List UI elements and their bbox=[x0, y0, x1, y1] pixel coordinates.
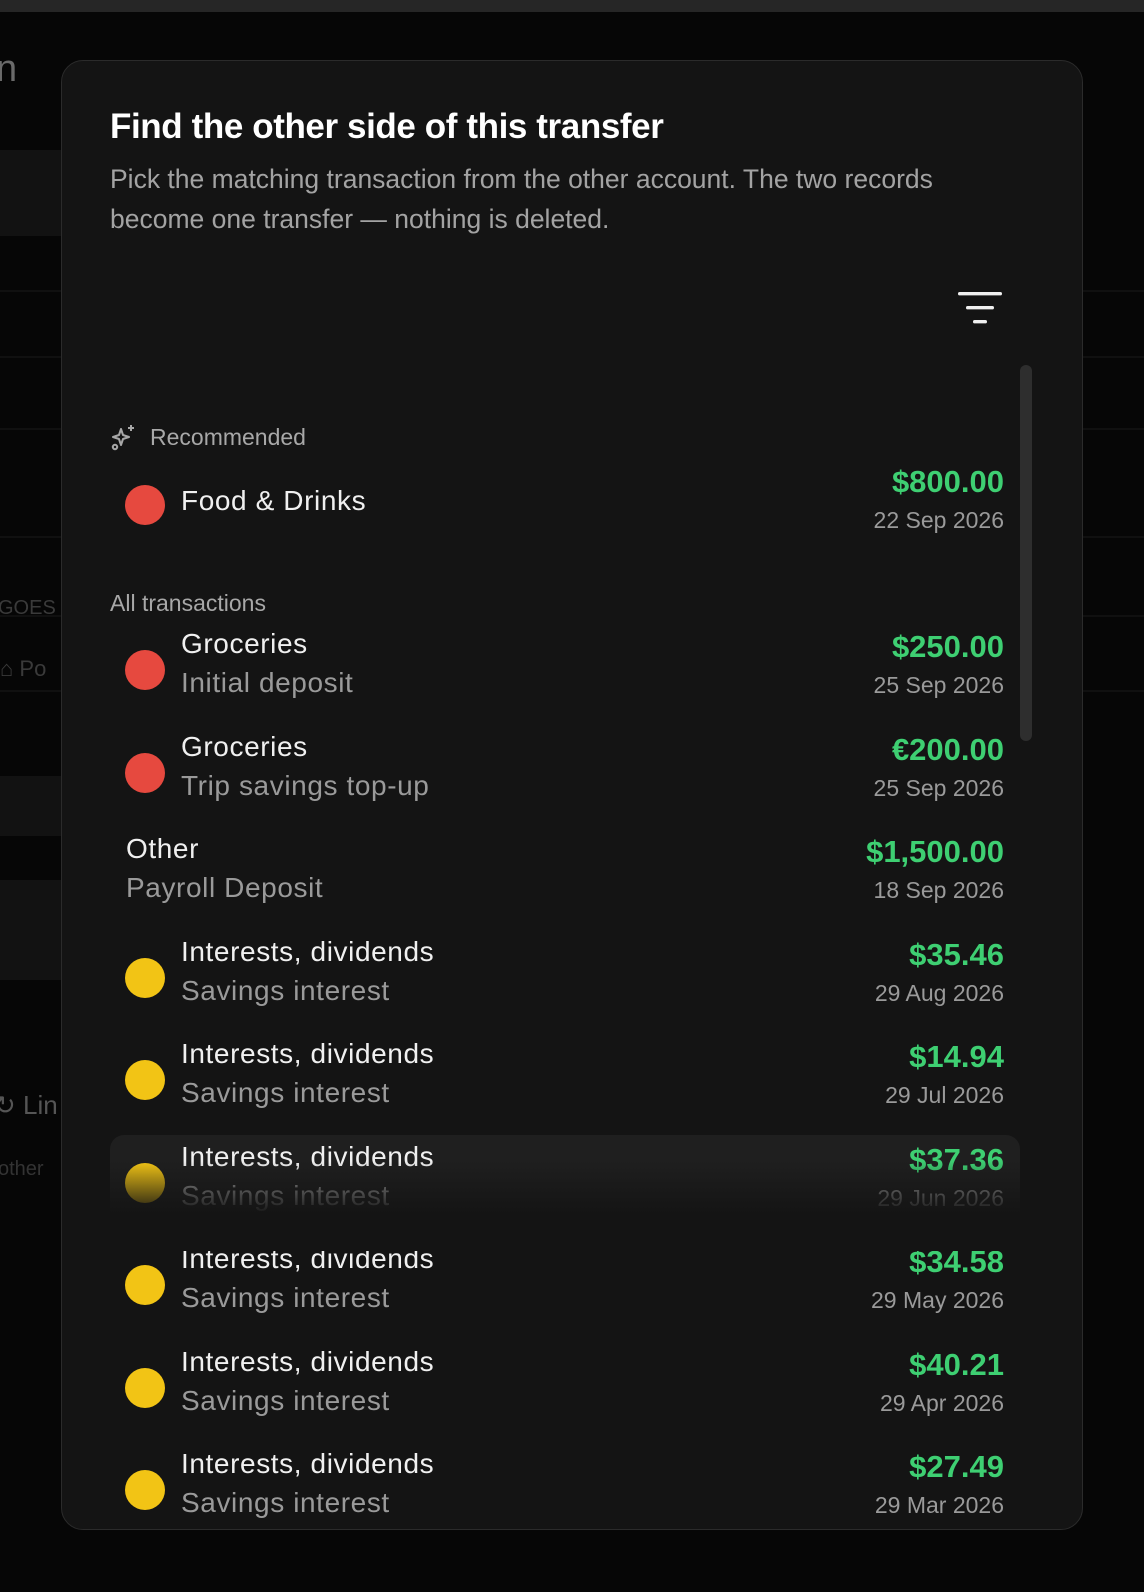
transaction-date: 29 Jul 2026 bbox=[885, 1082, 1004, 1108]
background-link-icon: ↻ bbox=[0, 1090, 16, 1120]
transaction-amount: $14.94 bbox=[909, 1039, 1004, 1074]
transaction-note: Savings interest bbox=[181, 1077, 390, 1108]
transaction-note: Savings interest bbox=[181, 1282, 390, 1313]
all-transactions-header: All transactions bbox=[110, 590, 266, 617]
category-color-dot bbox=[125, 957, 165, 998]
section-label: Recommended bbox=[150, 423, 306, 450]
transaction-date: 29 Apr 2026 bbox=[879, 1389, 1004, 1416]
transaction-note: Trip savings top-up bbox=[181, 769, 430, 801]
transaction-amount: $40.21 bbox=[909, 1346, 1004, 1382]
transaction-category: Food & Drinks bbox=[181, 485, 367, 516]
transaction-row[interactable]: Groceries Initial deposit $250.00 25 Sep 20… bbox=[110, 622, 1020, 718]
background-topbar bbox=[0, 0, 1144, 12]
transaction-category: Interests, dividends bbox=[181, 935, 435, 967]
transaction-category: Interests, dividends bbox=[181, 1345, 435, 1377]
transaction-category: Interests, dividends bbox=[181, 1448, 435, 1479]
transaction-date: 29 Mar 2026 bbox=[874, 1492, 1004, 1518]
transaction-amount: $35.46 bbox=[909, 936, 1004, 972]
background-panel bbox=[0, 776, 70, 836]
transaction-row[interactable]: Interests, dividends Savings interest $27.… bbox=[110, 1442, 1020, 1529]
transaction-category: Interests, dividends bbox=[181, 1038, 435, 1069]
transaction-row[interactable]: Interests, dividends Savings interest $40.… bbox=[110, 1340, 1020, 1436]
transaction-list[interactable]: Recommended Food & Drinks $800.00 22 Sep 20… bbox=[110, 359, 1040, 1529]
filter-button[interactable] bbox=[948, 283, 1012, 333]
transaction-row[interactable]: Other Payroll Deposit $1,500.00 18 Sep 2026 bbox=[110, 827, 1020, 923]
transaction-row[interactable]: Groceries Trip savings top-up €200.00 25 Se… bbox=[110, 725, 1020, 821]
background-link: ↻ Lin bbox=[0, 1090, 58, 1121]
transaction-category: Other bbox=[126, 833, 200, 864]
transaction-category: Groceries bbox=[181, 730, 308, 762]
dialog-description: Pick the matching transaction from the o… bbox=[110, 164, 933, 234]
transaction-note: Savings interest bbox=[181, 974, 390, 1006]
transaction-date: 29 May 2026 bbox=[871, 1287, 1004, 1313]
transaction-note: Savings interest bbox=[181, 1384, 390, 1416]
filter-lines-icon bbox=[958, 292, 1002, 324]
sparkle-icon bbox=[110, 423, 138, 451]
category-color-dot bbox=[125, 485, 165, 525]
recommended-header: Recommended bbox=[110, 423, 306, 451]
dialog-title: Find the other side of this transfer bbox=[110, 107, 664, 146]
background-list-item: ⌂ Po bbox=[0, 656, 47, 681]
category-color-dot bbox=[125, 1060, 165, 1100]
category-color-dot bbox=[125, 1470, 165, 1510]
transaction-note: Initial deposit bbox=[181, 667, 354, 698]
category-color-dot bbox=[125, 1265, 165, 1305]
category-color-dot bbox=[125, 752, 165, 793]
transaction-row[interactable]: Interests, dividends Savings interest $35.… bbox=[110, 930, 1020, 1026]
transaction-row[interactable]: Interests, dividends Savings interest $34.… bbox=[110, 1237, 1020, 1333]
category-color-dot bbox=[125, 650, 165, 690]
transaction-note: Payroll Deposit bbox=[126, 872, 324, 903]
background-page-title: n bbox=[0, 48, 18, 90]
transaction-row[interactable]: Interests, dividends Savings interest $14.… bbox=[110, 1032, 1020, 1128]
transaction-date: 25 Sep 2026 bbox=[873, 672, 1004, 698]
transaction-date: 22 Sep 2026 bbox=[873, 507, 1004, 533]
transaction-amount: $800.00 bbox=[891, 464, 1004, 499]
background-panel bbox=[0, 150, 70, 236]
list-scrollbar[interactable] bbox=[1020, 365, 1032, 741]
transaction-note: Savings interest bbox=[181, 1487, 390, 1518]
transaction-date: 25 Sep 2026 bbox=[873, 774, 1004, 801]
transaction-date: 29 Aug 2026 bbox=[874, 979, 1004, 1006]
section-label: All transactions bbox=[110, 590, 266, 616]
background-wallet-icon: ⌂ bbox=[0, 656, 20, 681]
transaction-category: Groceries bbox=[181, 628, 308, 659]
transaction-amount: $27.49 bbox=[909, 1449, 1004, 1484]
transaction-row[interactable]: Food & Drinks $800.00 22 Sep 2026 bbox=[110, 457, 1020, 553]
transaction-date: 18 Sep 2026 bbox=[873, 877, 1004, 903]
transaction-amount: $1,500.00 bbox=[866, 834, 1004, 869]
category-color-dot bbox=[125, 1367, 165, 1408]
transfer-match-dialog: Find the other side of this transfer Pic… bbox=[61, 60, 1083, 1530]
transaction-amount: €200.00 bbox=[891, 731, 1004, 767]
background-note: other bbox=[0, 1158, 44, 1180]
background-panel bbox=[0, 880, 70, 980]
list-fade bbox=[62, 1161, 1082, 1251]
transaction-amount: $250.00 bbox=[891, 629, 1004, 664]
